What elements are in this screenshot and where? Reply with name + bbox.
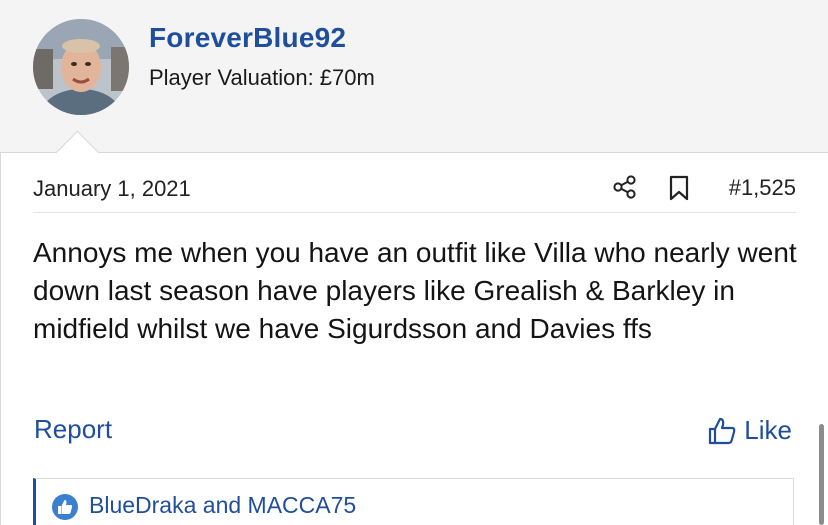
divider	[33, 212, 796, 213]
post-date[interactable]: January 1, 2021	[33, 176, 191, 202]
scrollbar[interactable]	[819, 424, 824, 525]
post-container: ForeverBlue92 Player Valuation: £70m Jan…	[0, 0, 828, 525]
thumbs-up-icon	[709, 417, 736, 444]
post-number-link[interactable]: #1,525	[729, 175, 796, 201]
player-valuation: Player Valuation: £70m	[149, 65, 375, 90]
like-label: Like	[744, 415, 792, 445]
avatar[interactable]	[33, 19, 129, 115]
username-link[interactable]: ForeverBlue92	[149, 22, 346, 54]
bookmark-icon[interactable]	[667, 175, 691, 201]
reactions-bar[interactable]: BlueDraka and MACCA75	[33, 478, 794, 525]
post-message: Annoys me when you have an outfit like V…	[33, 237, 797, 344]
share-icon[interactable]	[612, 174, 638, 200]
report-button[interactable]: Report	[34, 414, 112, 445]
reaction-users[interactable]: BlueDraka and MACCA75	[89, 492, 356, 519]
like-reaction-icon	[52, 494, 78, 520]
post-header: ForeverBlue92 Player Valuation: £70m	[0, 0, 828, 153]
like-button[interactable]: Like	[707, 415, 792, 446]
